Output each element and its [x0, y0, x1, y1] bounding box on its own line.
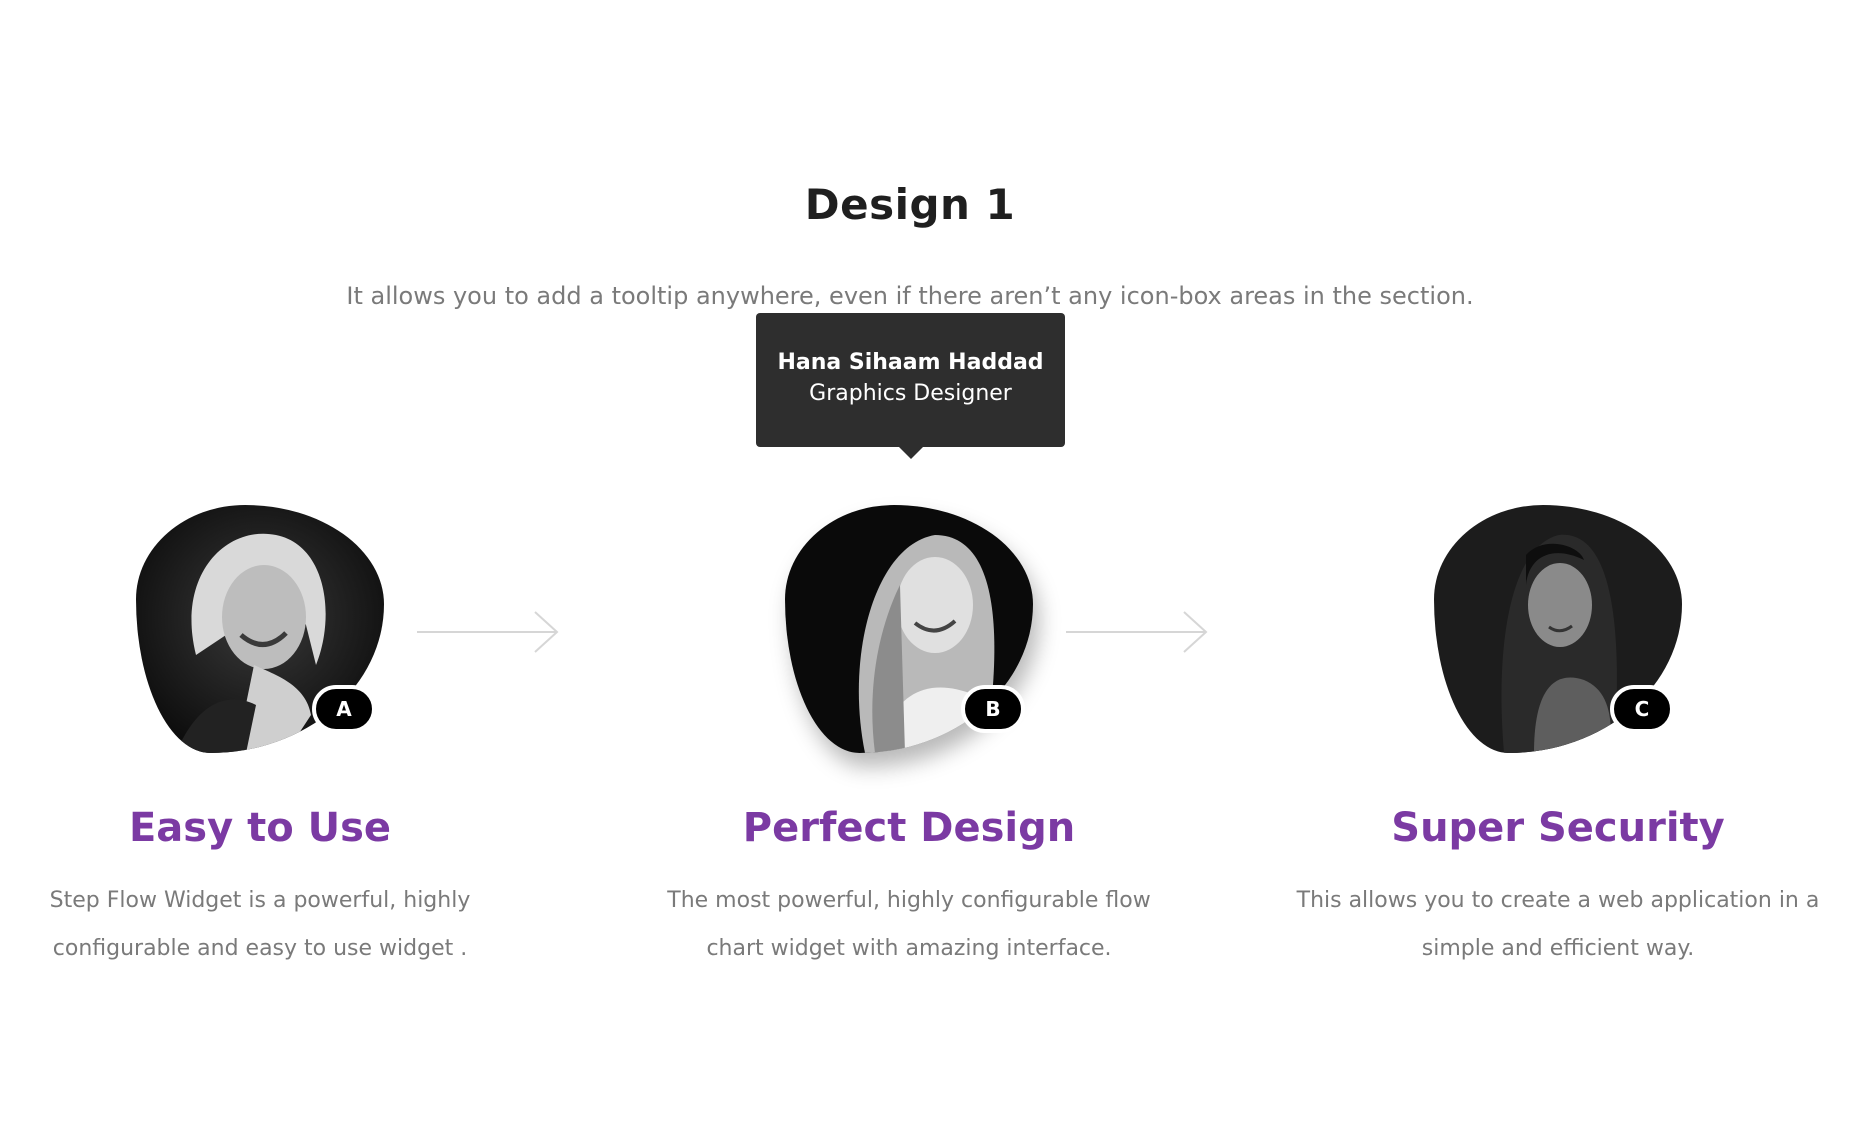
step-title: Super Security [1391, 805, 1725, 851]
section-title: Design 1 [804, 180, 1016, 229]
arrow-right-icon [1066, 611, 1208, 653]
step-avatar-wrap: B [785, 505, 1033, 753]
step-avatar-wrap: C [1434, 505, 1682, 753]
step-item-b: B Perfect Design The most powerful, high… [629, 505, 1189, 973]
step-flow-page: Design 1 It allows you to add a tooltip … [0, 0, 1856, 1147]
step-item-a: A Easy to Use Step Flow Widget is a powe… [0, 505, 540, 973]
arrow-right-icon [417, 611, 559, 653]
tooltip: Hana Sihaam Haddad Graphics Designer [756, 313, 1065, 459]
step-badge: C [1610, 685, 1674, 733]
step-title: Perfect Design [742, 805, 1076, 851]
step-badge: B [961, 685, 1025, 733]
section-subtitle: It allows you to add a tooltip anywhere,… [346, 282, 1474, 310]
step-title: Easy to Use [128, 805, 392, 851]
step-description: The most powerful, highly configurable f… [667, 888, 1151, 961]
step-avatar-wrap: A [136, 505, 384, 753]
step-badge: A [312, 685, 376, 733]
step-description: Step Flow Widget is a powerful, highly c… [49, 888, 471, 961]
step-description: This allows you to create a web applicat… [1296, 888, 1820, 961]
step-item-c: C Super Security This allows you to crea… [1278, 505, 1838, 973]
tooltip-name: Hana Sihaam Haddad [777, 350, 1044, 375]
tooltip-role: Graphics Designer [809, 381, 1012, 406]
